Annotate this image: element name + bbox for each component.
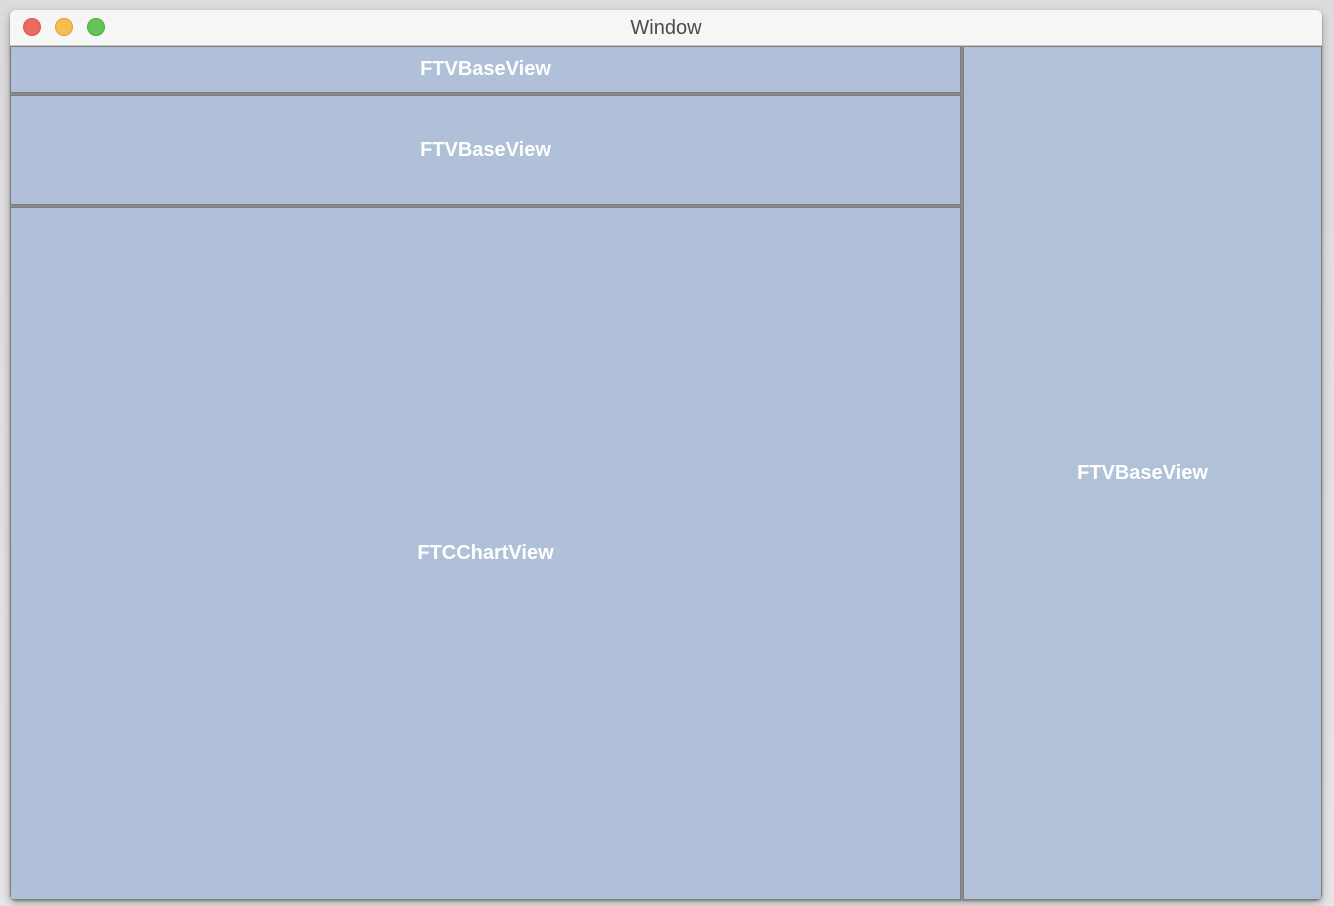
title-bar[interactable]: Window [10, 10, 1322, 46]
middle-base-view-label: FTVBaseView [420, 138, 551, 161]
right-base-view-label: FTVBaseView [1077, 461, 1208, 484]
desktop: Window FTVBaseView FTVBaseView FTCChartV… [0, 0, 1334, 906]
app-window: Window FTVBaseView FTVBaseView FTCChartV… [10, 10, 1322, 900]
middle-base-view-panel: FTVBaseView [10, 95, 961, 205]
chart-view-panel: FTCChartView [10, 207, 961, 900]
chart-view-label: FTCChartView [417, 542, 554, 564]
window-content: FTVBaseView FTVBaseView FTCChartView FTV… [10, 46, 1322, 900]
window-title: Window [630, 17, 702, 39]
top-base-view-label: FTVBaseView [420, 58, 551, 80]
right-base-view-panel: FTVBaseView [963, 46, 1322, 900]
top-base-view-panel: FTVBaseView [10, 46, 961, 93]
